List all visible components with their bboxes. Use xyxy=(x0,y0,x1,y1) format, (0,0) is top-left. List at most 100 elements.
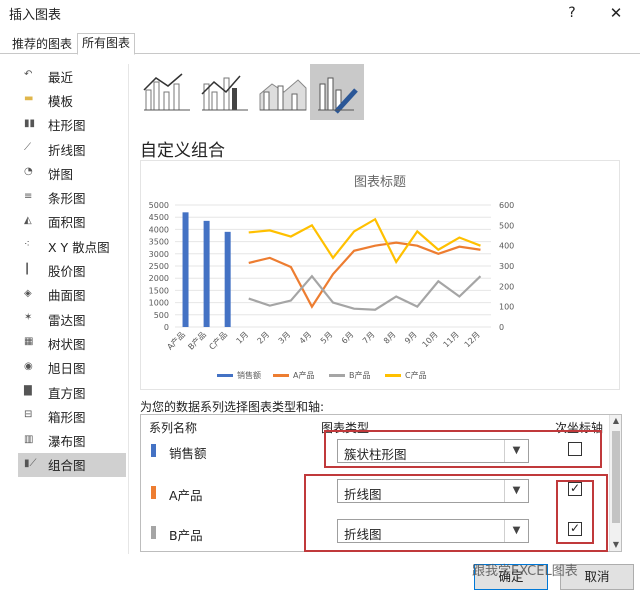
scroll-down-icon[interactable]: ▼ xyxy=(610,539,621,551)
close-button[interactable]: ✕ xyxy=(604,3,628,23)
sidebar-item[interactable]: ⁖ X Y 散点图 xyxy=(18,234,126,258)
x-tick-label: 2月 xyxy=(256,330,272,346)
secondary-axis-checkbox[interactable] xyxy=(568,442,582,456)
scatter-chart-icon: ⁖ xyxy=(24,239,30,251)
sidebar-item-label: 模板 xyxy=(48,93,74,109)
y-primary-tick-label: 0 xyxy=(164,323,169,332)
bar-mark xyxy=(224,231,231,327)
sidebar-item[interactable]: ⟋ 折线图 xyxy=(18,137,126,161)
sidebar-item-label: 饼图 xyxy=(48,166,74,182)
chart-type-dropdown[interactable]: 折线图 ▼ xyxy=(337,519,529,543)
combo-subtype-2[interactable] xyxy=(198,64,252,120)
series-name: 销售额 xyxy=(169,446,207,461)
x-tick-label: C产品 xyxy=(207,329,229,351)
y-primary-tick-label: 2000 xyxy=(149,274,169,283)
bar-mark xyxy=(203,220,210,327)
y-secondary-tick-label: 500 xyxy=(499,221,514,230)
sidebar-item[interactable]: ↶ 最近 xyxy=(18,64,126,88)
watermark: 跟我学EXCEL图表 xyxy=(472,564,578,579)
combo-column-line-icon xyxy=(143,73,190,111)
sidebar-item[interactable]: ◭ 面积图 xyxy=(18,210,126,234)
combo-subtype-3[interactable] xyxy=(256,64,310,120)
sidebar-item[interactable]: ▦ 树状图 xyxy=(18,331,126,355)
boxwhisker-chart-icon: ⊟ xyxy=(24,409,33,421)
table-scrollbar[interactable]: ▲ ▼ xyxy=(609,415,621,551)
sidebar-item[interactable]: ▮⟋ 组合图 xyxy=(18,452,126,478)
sidebar-item-label: 箱形图 xyxy=(48,409,86,425)
chart-type-dropdown[interactable]: 簇状柱形图 ▼ xyxy=(337,439,529,463)
help-button[interactable]: ? xyxy=(562,3,582,23)
sidebar-item[interactable]: ◔ 饼图 xyxy=(18,161,126,185)
tab-recommended-charts[interactable]: 推荐的图表 xyxy=(8,35,76,55)
series-color-swatch xyxy=(151,486,156,499)
x-tick-label: 5月 xyxy=(319,330,335,346)
chart-type-value: 折线图 xyxy=(344,527,382,542)
chevron-down-icon[interactable]: ▼ xyxy=(504,520,528,542)
tab-all-charts[interactable]: 所有图表 xyxy=(77,33,136,55)
scrollbar-thumb[interactable] xyxy=(612,431,620,523)
custom-combo-subtype[interactable] xyxy=(310,64,364,120)
pie-chart-icon: ◔ xyxy=(24,166,33,178)
sidebar-item[interactable]: ▇ 直方图 xyxy=(18,380,126,404)
sidebar-item[interactable]: ▥ 瀑布图 xyxy=(18,428,126,452)
surface-chart-icon: ◈ xyxy=(24,287,32,299)
combo-chart-icon: ▮⟋ xyxy=(24,457,37,469)
scroll-up-icon[interactable]: ▲ xyxy=(610,415,621,427)
sidebar-item[interactable]: ✶ 雷达图 xyxy=(18,307,126,331)
chart-preview: 图表标题 0 500 1000 1500 2000 2500 3000 3500 4000 450… xyxy=(140,160,620,390)
series-table: 系列名称 图表类型 次坐标轴 销售额 簇状柱形图 ▼ A产品 折线图 ▼ ✓ B… xyxy=(140,414,622,552)
x-tick-label: 10月 xyxy=(421,330,440,349)
series-name: B产品 xyxy=(169,528,203,543)
waterfall-chart-icon: ▥ xyxy=(24,433,34,445)
x-tick-label: 12月 xyxy=(463,330,482,349)
secondary-axis-checkbox[interactable]: ✓ xyxy=(568,522,582,536)
combo-subtype-1[interactable] xyxy=(140,64,194,120)
series-name: A产品 xyxy=(169,488,203,503)
series-row: 销售额 簇状柱形图 ▼ xyxy=(141,433,611,473)
sidebar-item-label: 直方图 xyxy=(48,385,86,401)
chevron-down-icon[interactable]: ▼ xyxy=(504,480,528,502)
x-tick-label: B产品 xyxy=(186,329,208,351)
y-primary-tick-label: 4000 xyxy=(149,225,169,234)
series-line xyxy=(248,274,482,311)
x-tick-label: 1月 xyxy=(235,330,251,346)
legend-label: A产品 xyxy=(293,370,314,380)
y-secondary-tick-label: 200 xyxy=(499,282,514,291)
divider xyxy=(128,64,129,554)
chevron-down-icon[interactable]: ▼ xyxy=(504,440,528,462)
x-tick-label: A产品 xyxy=(165,329,187,351)
radar-chart-icon: ✶ xyxy=(24,312,33,324)
sidebar-item[interactable]: ┃ 股价图 xyxy=(18,258,126,282)
custom-combo-pencil-icon xyxy=(318,77,358,114)
x-tick-label: 3月 xyxy=(277,330,293,346)
y-primary-tick-label: 2500 xyxy=(149,262,169,271)
sidebar-item-label: 组合图 xyxy=(48,458,86,474)
x-tick-label: 9月 xyxy=(403,330,419,346)
sidebar-item[interactable]: ◈ 曲面图 xyxy=(18,283,126,307)
sidebar-item[interactable]: ◉ 旭日图 xyxy=(18,356,126,380)
y-primary-tick-label: 1000 xyxy=(149,299,169,308)
legend-swatch xyxy=(329,374,345,377)
x-tick-label: 8月 xyxy=(382,330,398,346)
x-tick-label: 4月 xyxy=(298,330,314,346)
y-secondary-tick-label: 600 xyxy=(499,201,514,210)
sidebar-item-label: 瀑布图 xyxy=(48,434,86,450)
y-secondary-tick-label: 400 xyxy=(499,242,514,251)
sidebar-item[interactable]: ≡ 条形图 xyxy=(18,185,126,209)
series-color-swatch xyxy=(151,526,156,539)
sidebar-item-label: 旭日图 xyxy=(48,361,86,377)
chart-type-value: 簇状柱形图 xyxy=(344,447,407,462)
legend-label: 销售额 xyxy=(237,370,261,380)
dialog-title: 插入图表 xyxy=(9,8,62,23)
secondary-axis-checkbox[interactable]: ✓ xyxy=(568,482,582,496)
sidebar-item[interactable]: ▮▮ 柱形图 xyxy=(18,113,126,137)
y-secondary-tick-label: 0 xyxy=(499,323,504,332)
x-tick-label: 6月 xyxy=(340,330,356,346)
bar-chart-icon: ≡ xyxy=(24,190,33,202)
area-chart-icon: ◭ xyxy=(24,214,32,226)
chart-type-dropdown[interactable]: 折线图 ▼ xyxy=(337,479,529,503)
sidebar-item[interactable]: ▬ 模板 xyxy=(18,88,126,112)
series-row: A产品 折线图 ▼ ✓ xyxy=(141,473,611,513)
bar-mark xyxy=(182,212,189,327)
sidebar-item[interactable]: ⊟ 箱形图 xyxy=(18,404,126,428)
